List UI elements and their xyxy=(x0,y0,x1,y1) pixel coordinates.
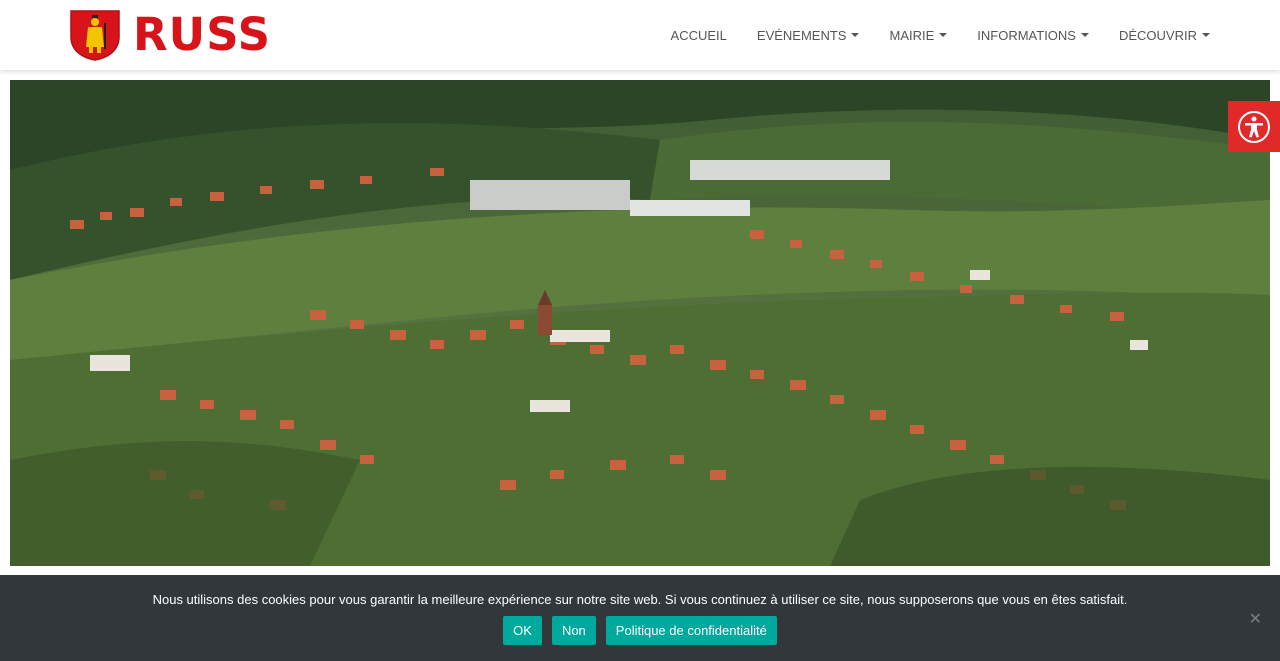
nav-item-label: MAIRIE xyxy=(889,27,935,43)
hero-village-photo xyxy=(10,80,1270,566)
caret-down-icon xyxy=(939,33,948,37)
nav-item-label: DÉCOUVRIR xyxy=(1118,27,1197,43)
site-title: RUSS xyxy=(133,8,271,61)
site-brand[interactable]: RUSS xyxy=(69,9,271,61)
caret-down-icon xyxy=(1080,33,1089,37)
close-icon[interactable]: ✕ xyxy=(1249,609,1262,629)
accessibility-person-icon xyxy=(1238,110,1270,143)
nav-item-decouvrir[interactable]: DÉCOUVRIR xyxy=(1119,28,1210,43)
nav-item-label: INFORMATIONS xyxy=(977,27,1076,43)
main-menu: ACCUEIL EVÉNEMENTS MAIRIE INFORMATIONS D… xyxy=(671,0,1210,70)
nav-item-mairie[interactable]: MAIRIE xyxy=(889,27,948,43)
cookie-ok-button[interactable]: OK xyxy=(503,616,542,645)
cookie-consent-banner: Nous utilisons des cookies pour vous gar… xyxy=(0,575,1280,661)
cookie-message: Nous utilisons des cookies pour vous gar… xyxy=(152,592,1128,607)
coat-of-arms-icon xyxy=(70,10,120,61)
cookie-buttons: OK Non Politique de confidentialité xyxy=(0,616,1280,645)
nav-item-label: ACCUEIL xyxy=(670,27,727,43)
nav-item-label: EVÉNEMENTS xyxy=(756,27,847,43)
village-aerial-image xyxy=(10,80,1270,566)
caret-down-icon xyxy=(1202,33,1210,37)
top-navbar: RUSS ACCUEIL EVÉNEMENTS MAIRIE INFORMATI… xyxy=(0,0,1280,70)
nav-item-evenements[interactable]: EVÉNEMENTS xyxy=(757,28,860,43)
nav-item-informations[interactable]: INFORMATIONS xyxy=(977,28,1089,43)
nav-item-accueil[interactable]: ACCUEIL xyxy=(671,28,727,43)
privacy-policy-button[interactable]: Politique de confidentialité xyxy=(605,616,777,645)
accessibility-toggle-button[interactable] xyxy=(1228,101,1280,152)
caret-down-icon xyxy=(851,33,860,37)
cookie-decline-button[interactable]: Non xyxy=(551,616,596,645)
